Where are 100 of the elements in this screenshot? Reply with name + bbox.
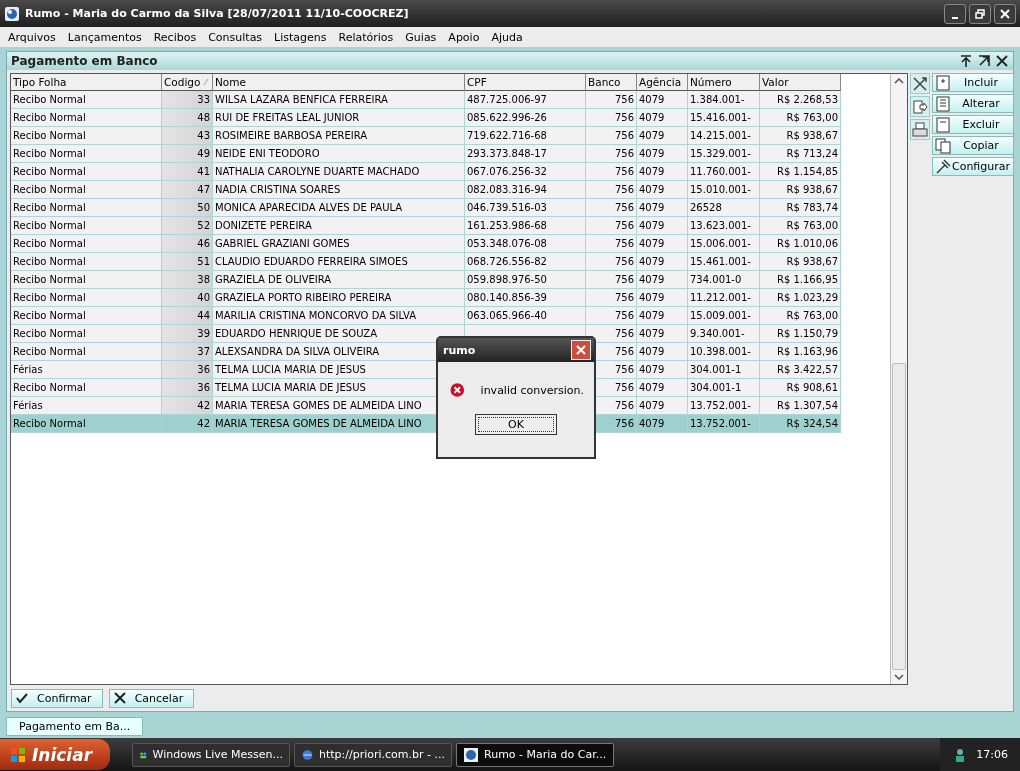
table-row[interactable]: Recibo Normal 44 MARILIA CRISTINA MONCORVO DA SILVA 063.065.966-40 756 4079 15.009.001- R$ 763,00 — [11, 307, 890, 325]
table-cell: 43 — [197, 130, 210, 141]
column-header[interactable]: CPF — [465, 74, 586, 91]
taskbar-button[interactable]: Windows Live Messen... — [132, 742, 290, 767]
toolbar-button[interactable]: Incluir — [932, 73, 1014, 92]
table-cell: R$ 713,24 — [786, 148, 838, 159]
table-row[interactable]: Recibo Normal 38 GRAZIELA DE OLIVEIRA 059.898.976-50 756 4079 734.001-0 R$ 1.166,95 — [11, 271, 890, 289]
table-cell: 50 — [197, 202, 210, 213]
table-row[interactable]: Recibo Normal 48 RUI DE FREITAS LEAL JUNIOR 085.622.996-26 756 4079 15.416.001- R$ 763,00 — [11, 109, 890, 127]
column-header[interactable]: Banco — [586, 74, 637, 91]
table-cell: 4079 — [639, 292, 665, 303]
table-cell: 4079 — [639, 94, 665, 105]
app-icon — [463, 746, 479, 763]
table-row[interactable]: Recibo Normal 46 GABRIEL GRAZIANI GOMES 053.348.076-08 756 4079 15.006.001- R$ 1.010,06 — [11, 235, 890, 253]
export-button[interactable] — [910, 96, 930, 117]
table-cell: Recibo Normal — [13, 130, 86, 141]
table-cell: Recibo Normal — [13, 184, 86, 195]
table-cell: 067.076.256-32 — [467, 166, 547, 177]
table-cell: 4079 — [639, 256, 665, 267]
table-cell: R$ 763,00 — [786, 112, 838, 123]
table-cell: 11.760.001- — [690, 166, 751, 177]
table-cell: 756 — [614, 202, 634, 213]
table-cell: GABRIEL GRAZIANI GOMES — [215, 238, 350, 249]
action-button[interactable]: Confirmar — [11, 688, 103, 708]
caret-up-icon[interactable] — [894, 78, 904, 84]
menu-item[interactable]: Relatórios — [332, 30, 400, 44]
column-header[interactable]: Valor — [760, 74, 841, 91]
table-cell: 756 — [614, 184, 634, 195]
start-button[interactable]: Iniciar — [0, 739, 110, 770]
app-icon — [4, 5, 20, 22]
restore-button[interactable] — [969, 3, 991, 24]
menu-item[interactable]: Lançamentos — [61, 30, 148, 44]
toolbar-button[interactable]: Configurar — [932, 157, 1014, 176]
menu-item[interactable]: Consultas — [202, 30, 269, 44]
table-cell: 38 — [197, 274, 210, 285]
table-cell: 4079 — [639, 274, 665, 285]
table-cell: 4079 — [639, 400, 665, 411]
tools-button[interactable] — [910, 73, 930, 94]
ok-button[interactable]: OK — [475, 414, 557, 435]
menu-item[interactable]: Arquivos — [2, 30, 62, 44]
table-row[interactable]: Recibo Normal 47 NADIA CRISTINA SOARES 082.083.316-94 756 4079 15.010.001- R$ 938,67 — [11, 181, 890, 199]
taskbar-button[interactable]: Rumo - Maria do Car... — [456, 742, 614, 767]
toolbar-button[interactable]: Copiar — [932, 136, 1014, 155]
table-cell: 4079 — [639, 328, 665, 339]
column-header[interactable]: Agência — [637, 74, 688, 91]
menu-item[interactable]: Guias — [399, 30, 443, 44]
table-cell: 756 — [614, 166, 634, 177]
minimize-button[interactable] — [944, 3, 966, 24]
table-row[interactable]: Recibo Normal 51 CLAUDIO EDUARDO FERREIRA SIMOES 068.726.556-82 756 4079 15.461.001- R$ 938,67 — [11, 253, 890, 271]
taskbar-button[interactable]: http://priori.com.br - ... — [294, 742, 452, 767]
table-cell: 52 — [197, 220, 210, 231]
toolbar-button[interactable]: Alterar — [932, 94, 1014, 113]
table-cell: 756 — [614, 94, 634, 105]
minus-icon — [935, 116, 951, 133]
menu-item[interactable]: Recibos — [147, 30, 203, 44]
close-icon — [1000, 8, 1010, 19]
menu-item[interactable]: Listagens — [268, 30, 333, 44]
table-cell: NATHALIA CAROLYNE DUARTE MACHADO — [215, 166, 420, 177]
table-cell: Férias — [13, 400, 43, 411]
toolbar-button[interactable]: Excluir — [932, 115, 1014, 134]
table-cell: ROSIMEIRE BARBOSA PEREIRA — [215, 130, 368, 141]
maximize-icon[interactable] — [977, 54, 991, 68]
table-cell: Recibo Normal — [13, 256, 86, 267]
table-row[interactable]: Recibo Normal 52 DONIZETE PEREIRA 161.253.986-68 756 4079 13.623.001- R$ 763,00 — [11, 217, 890, 235]
table-row[interactable]: Recibo Normal 49 NEIDE ENI TEODORO 293.373.848-17 756 4079 15.329.001- R$ 713,24 — [11, 145, 890, 163]
table-row[interactable]: Recibo Normal 50 MONICA APARECIDA ALVES DE PAULA 046.739.516-03 756 4079 26528 R$ 783,74 — [11, 199, 890, 217]
table-row[interactable]: Recibo Normal 43 ROSIMEIRE BARBOSA PEREIRA 719.622.716-68 756 4079 14.215.001- R$ 938,67 — [11, 127, 890, 145]
table-row[interactable]: Recibo Normal 40 GRAZIELA PORTO RIBEIRO PEREIRA 080.140.856-39 756 4079 11.212.001- R$ 1.023,29 — [11, 289, 890, 307]
document-tab[interactable]: Pagamento em Ba... — [6, 717, 144, 736]
table-cell: R$ 2.268,53 — [776, 94, 838, 105]
table-cell: ALEXSANDRA DA SILVA OLIVEIRA — [215, 346, 380, 357]
table-cell: DONIZETE PEREIRA — [215, 220, 312, 231]
table-cell: 4079 — [639, 346, 665, 357]
table-cell: 756 — [614, 220, 634, 231]
action-button[interactable]: Cancelar — [108, 688, 195, 708]
table-cell: 756 — [614, 274, 634, 285]
column-header[interactable]: Codigo — [162, 74, 213, 91]
table-cell: 082.083.316-94 — [467, 184, 547, 195]
table-cell: 4079 — [639, 238, 665, 249]
column-header[interactable]: Tipo Folha — [11, 74, 162, 91]
close-icon — [576, 345, 586, 355]
table-row[interactable]: Recibo Normal 33 WILSA LAZARA BENFICA FERREIRA 487.725.006-97 756 4079 1.384.001- R$ 2.268,53 — [11, 91, 890, 109]
table-cell: 15.010.001- — [690, 184, 751, 195]
table-cell: Recibo Normal — [13, 238, 86, 249]
table-cell: 4079 — [639, 202, 665, 213]
menu-item[interactable]: Apoio — [442, 30, 486, 44]
close-button[interactable] — [994, 3, 1016, 24]
table-row[interactable]: Recibo Normal 41 NATHALIA CAROLYNE DUARTE MACHADO 067.076.256-32 756 4079 11.760.001- R$ 1.154,85 — [11, 163, 890, 181]
menu-item[interactable]: Ajuda — [485, 30, 529, 44]
table-cell: 36 — [197, 364, 210, 375]
close-icon[interactable] — [995, 54, 1009, 68]
table-cell: 4079 — [639, 418, 665, 429]
column-header[interactable]: Nome — [213, 74, 465, 91]
column-header[interactable]: Número — [688, 74, 760, 91]
scrollbar[interactable] — [890, 74, 907, 684]
windows-logo-icon — [10, 746, 26, 763]
print-button[interactable] — [910, 119, 930, 140]
pin-icon[interactable] — [959, 54, 973, 68]
caret-down-icon[interactable] — [894, 674, 904, 680]
table-cell: 756 — [614, 238, 634, 249]
